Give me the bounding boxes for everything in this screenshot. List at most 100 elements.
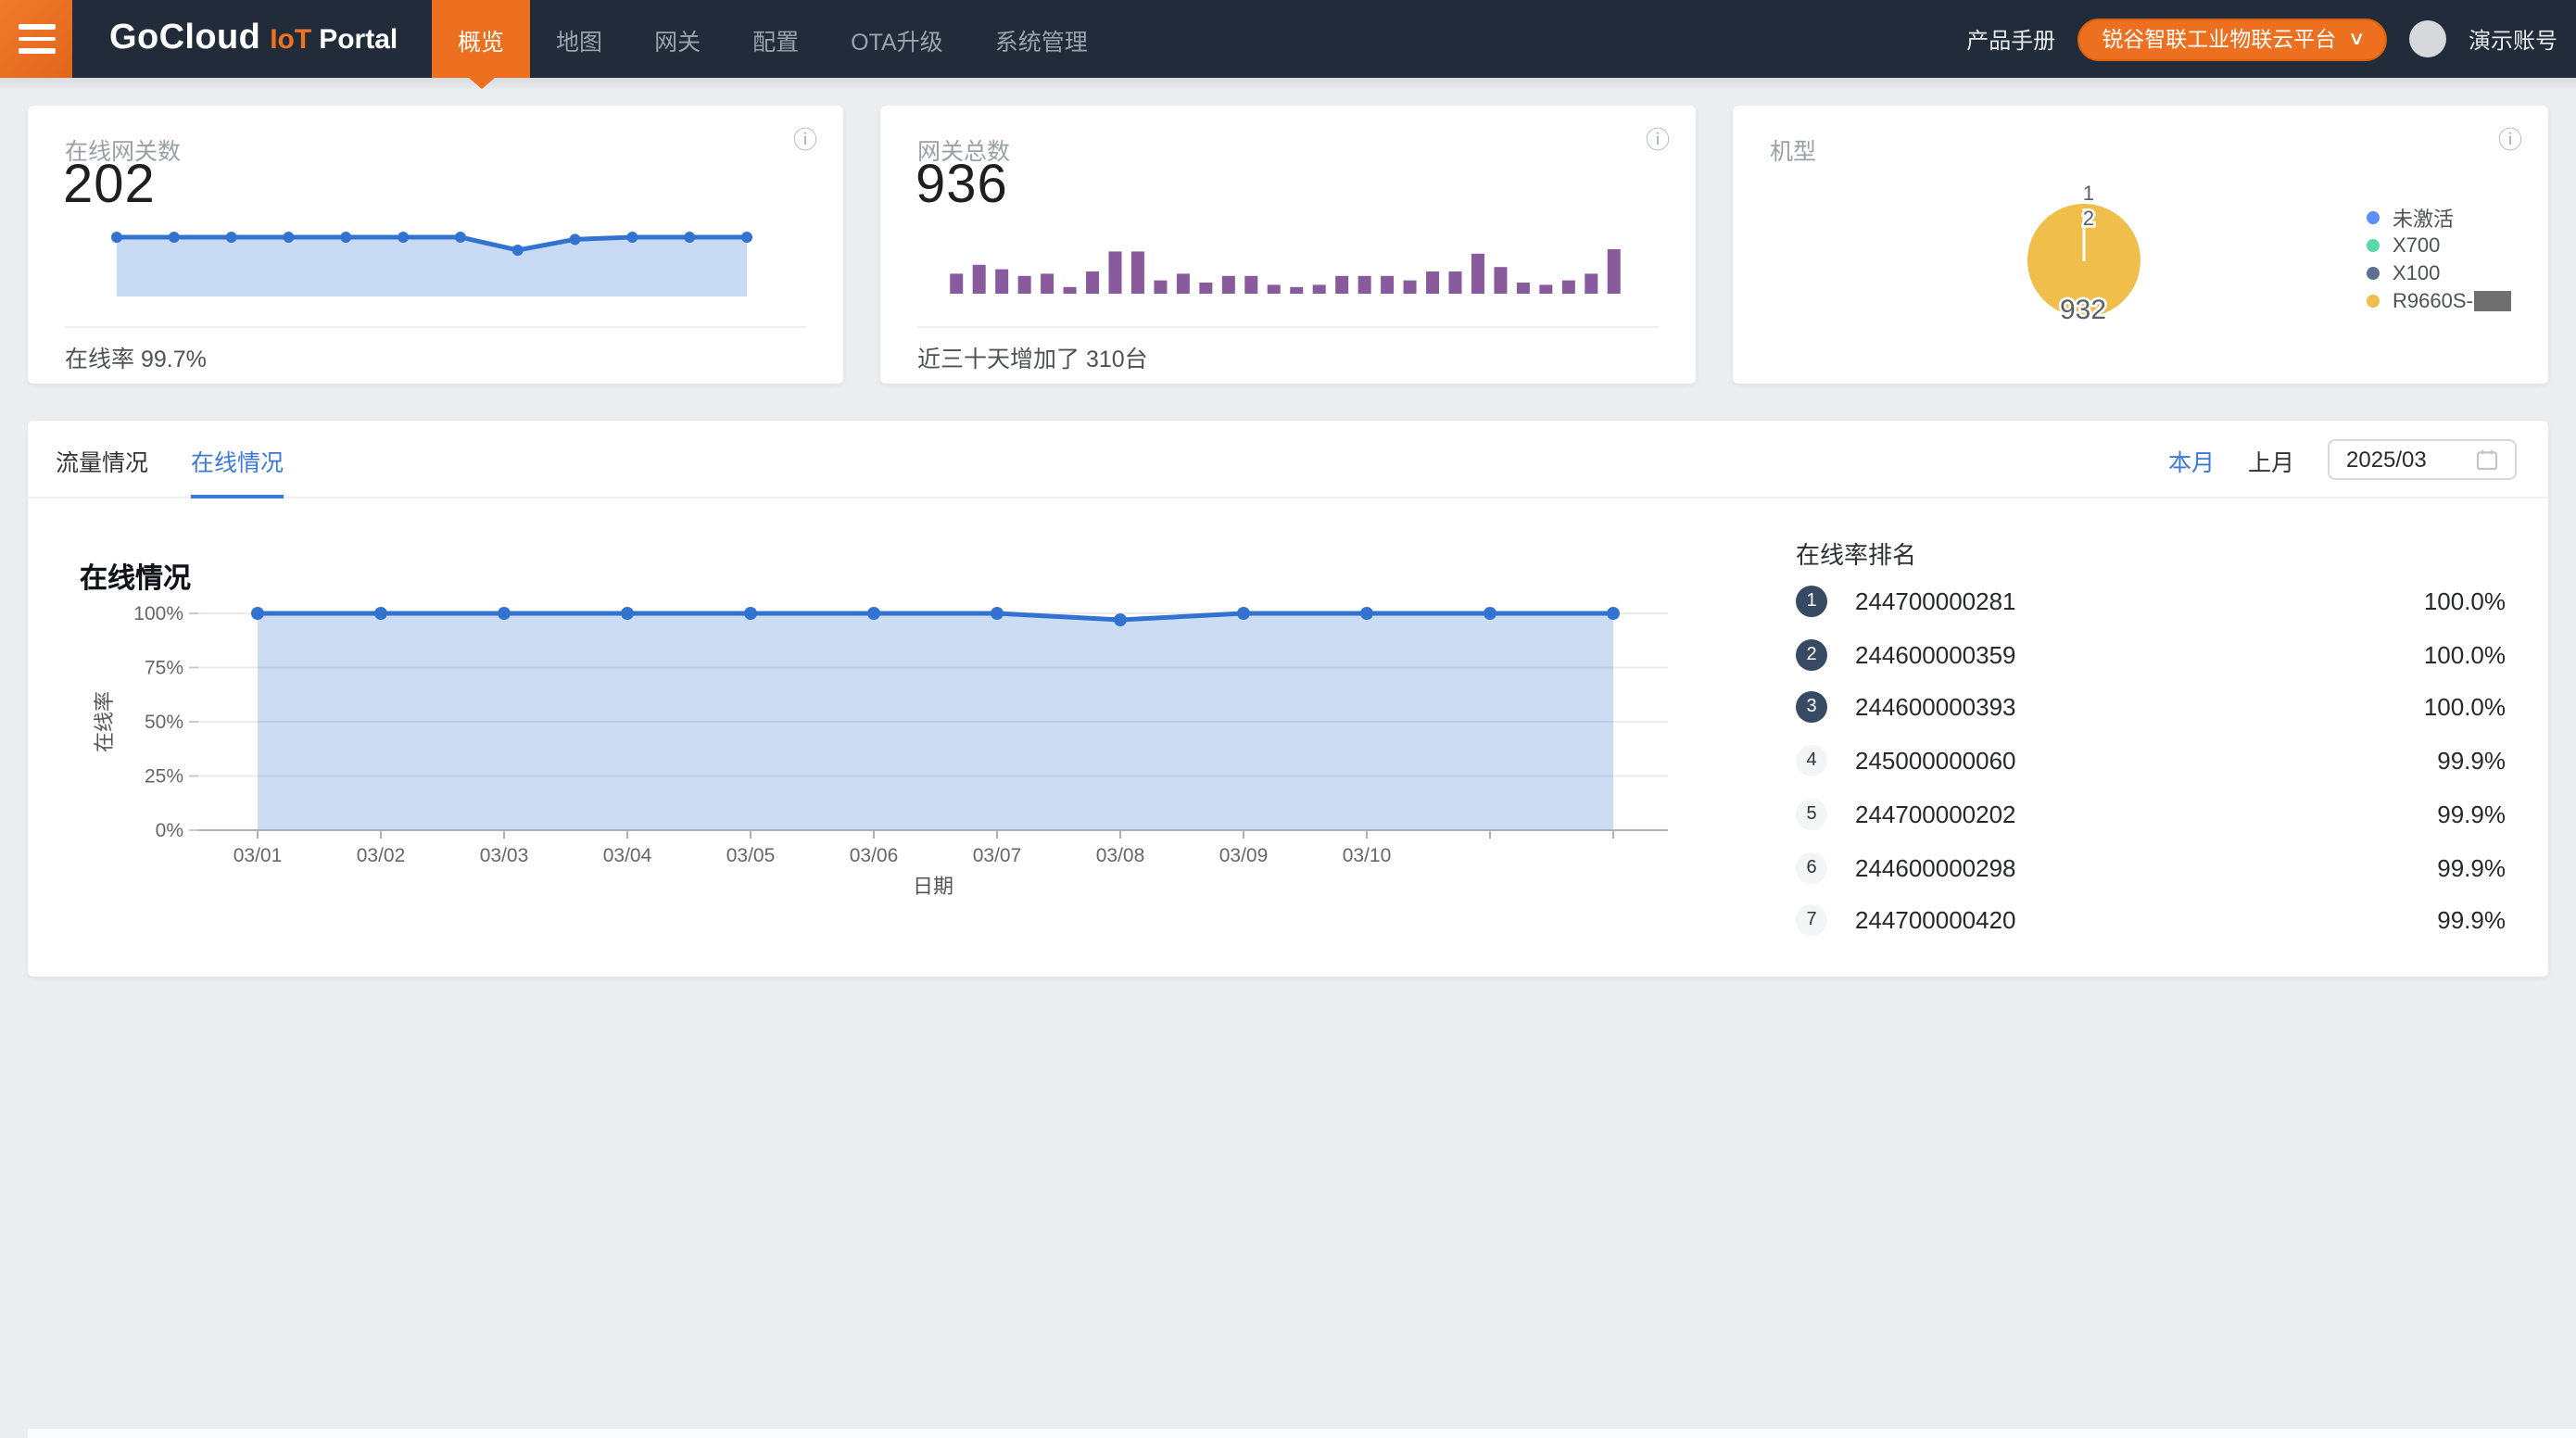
legend-item-0[interactable]: 未激活 [2367, 204, 2512, 232]
gateway-id: 245000000060 [1855, 747, 2016, 775]
nav-right-cluster: 产品手册 锐谷智联工业物联云平台 ∨ 演示账号 [1966, 0, 2557, 78]
nav-item-1[interactable]: 地图 [530, 0, 628, 78]
tenant-name: 锐谷智联工业物联云平台 [2102, 24, 2336, 54]
nav-item-0[interactable]: 概览 [432, 0, 530, 78]
online-gateways-value: 202 [63, 156, 156, 217]
ranking-row[interactable]: 7 244700000420 99.9% [1796, 894, 2506, 948]
online-rate-value: 99.9% [2437, 747, 2506, 775]
main-menu: 概览地图 网关 配置 OTA升级系统管理 [432, 0, 1114, 78]
nav-item-label: OTA升级 [851, 21, 943, 57]
nav-item-2[interactable]: 网关 [628, 0, 726, 78]
logo-text-portal: Portal [319, 23, 398, 55]
legend-item-2[interactable]: X100 [2367, 259, 2512, 287]
svg-text:03/07: 03/07 [973, 845, 1022, 866]
rank-badge: 2 [1796, 638, 1827, 670]
top-nav: GoCloud IoT Portal 概览地图 网关 配置 OTA升级系统管理 产品手… [0, 0, 2576, 78]
svg-text:2: 2 [2083, 207, 2094, 230]
online-rate-value: 99.9% [2437, 853, 2506, 881]
legend-dot-icon [2367, 267, 2380, 280]
svg-text:932: 932 [2060, 295, 2106, 325]
this-month-link[interactable]: 本月 [2168, 442, 2215, 477]
svg-text:03/05: 03/05 [726, 845, 776, 866]
tab-label: 在线情况 [191, 442, 284, 477]
total-gateways-value: 936 [915, 156, 1008, 217]
app-logo: GoCloud IoT Portal [109, 0, 398, 78]
active-tab-underline [191, 494, 284, 498]
info-icon[interactable]: ⓘ [793, 128, 817, 152]
tenant-selector-button[interactable]: 锐谷智联工业物联云平台 ∨ [2077, 18, 2387, 60]
last-month-link[interactable]: 上月 [2248, 442, 2294, 477]
ranking-row[interactable]: 624460000029899.9% [1796, 841, 2506, 895]
card-total-gateways: 网关总数 ⓘ 936 近三十天增加了 310台 [880, 106, 1696, 384]
nav-item-label: 网关 [654, 21, 701, 57]
divider [65, 326, 806, 328]
card-models: 机型 ⓘ 12932 未激活X700X100R9660S- [1733, 106, 2548, 384]
svg-text:03/04: 03/04 [603, 845, 652, 866]
nav-item-5[interactable]: 系统管理 [969, 0, 1114, 78]
gateway-id: 244600000298 [1855, 853, 2016, 881]
nav-shadow [0, 78, 2576, 91]
legend-item-3[interactable]: R9660S- [2367, 287, 2512, 315]
online-rate-value: 99.9% [2437, 907, 2506, 935]
card-online-gateways: 在线网关数 ⓘ 202 在线率 99.7% [28, 106, 843, 384]
logo-text-iot: IoT [270, 23, 311, 55]
online-rate-value: 99.9% [2437, 801, 2506, 828]
divider [917, 326, 1659, 328]
ranking-row[interactable]: 1244700000281100.0% [1796, 574, 2506, 628]
tab-label: 流量情况 [56, 442, 148, 477]
month-picker[interactable]: 2025/03 [2328, 439, 2517, 480]
tab-traffic[interactable]: 流量情况 [56, 421, 148, 498]
svg-text:03/10: 03/10 [1343, 845, 1392, 866]
pie-legend: 未激活X700 X100 R9660S- [2367, 204, 2512, 315]
ranking-title: 在线率排名 [1796, 536, 1916, 571]
product-manual-link[interactable]: 产品手册 [1966, 23, 2055, 55]
svg-text:03/06: 03/06 [850, 845, 899, 866]
svg-text:100%: 100% [133, 603, 183, 624]
online-rate-value: 100.0% [2424, 694, 2506, 722]
legend-label: R9660S- [2393, 290, 2512, 312]
rank-badge: 4 [1796, 745, 1827, 776]
svg-text:25%: 25% [145, 766, 183, 788]
nav-item-label: 配置 [752, 21, 799, 57]
svg-text:03/02: 03/02 [357, 845, 406, 866]
tab-online[interactable]: 在线情况 [191, 421, 284, 498]
legend-dot-icon [2367, 239, 2380, 252]
gateway-id: 244600000393 [1855, 694, 2016, 722]
info-icon[interactable]: ⓘ [1646, 128, 1670, 152]
ranking-row[interactable]: 2 244600000359 100.0% [1796, 628, 2506, 682]
legend-dot-icon [2367, 211, 2380, 224]
month-picker-value: 2025/03 [2346, 447, 2465, 473]
online-rate-chart: 0%25%50%75%100%03/0103/0203/0303/0403/05… [28, 587, 1751, 930]
svg-text:03/09: 03/09 [1219, 845, 1269, 866]
detail-panel: 流量情况 在线情况 本月 上月 2025/03 在线情况 0%25%50%75%… [28, 421, 2548, 977]
ranking-row[interactable]: 4 245000000060 99.9% [1796, 735, 2506, 788]
rank-badge: 7 [1796, 905, 1827, 937]
ranking-row[interactable]: 3244600000393100.0% [1796, 681, 2506, 735]
hamburger-icon[interactable] [0, 0, 72, 78]
legend-label: 未激活 [2393, 203, 2454, 233]
online-gateways-sparkline [28, 221, 843, 313]
account-name: 演示账号 [2469, 23, 2557, 55]
svg-text:日期: 日期 [913, 875, 953, 898]
chevron-down-icon: ∨ [2347, 29, 2365, 49]
online-rate-value: 100.0% [2424, 640, 2506, 668]
avatar[interactable] [2409, 20, 2446, 57]
nav-item-label: 地图 [556, 21, 602, 57]
rank-badge: 1 [1796, 586, 1827, 617]
ranking-row[interactable]: 524470000020299.9% [1796, 788, 2506, 841]
ranking-list: 1244700000281100.0%2244600000359100.0%32… [1796, 574, 2506, 948]
gateway-id: 244600000359 [1855, 640, 2016, 668]
legend-label: X100 [2393, 262, 2440, 284]
added-footer: 近三十天增加了 310台 [917, 339, 1148, 374]
svg-text:0%: 0% [156, 820, 183, 841]
svg-text:在线率: 在线率 [93, 691, 116, 752]
nav-item-4[interactable]: OTA升级 [825, 0, 969, 78]
nav-item-3[interactable]: 配置 [726, 0, 825, 78]
rank-badge: 5 [1796, 799, 1827, 830]
calendar-icon [2476, 448, 2498, 471]
gateway-id: 244700000420 [1855, 907, 2016, 935]
active-tab-caret [468, 78, 494, 89]
gateway-id: 244700000281 [1855, 587, 2016, 615]
legend-item-1[interactable]: X700 [2367, 232, 2512, 259]
bottom-strip [28, 1429, 2576, 1438]
